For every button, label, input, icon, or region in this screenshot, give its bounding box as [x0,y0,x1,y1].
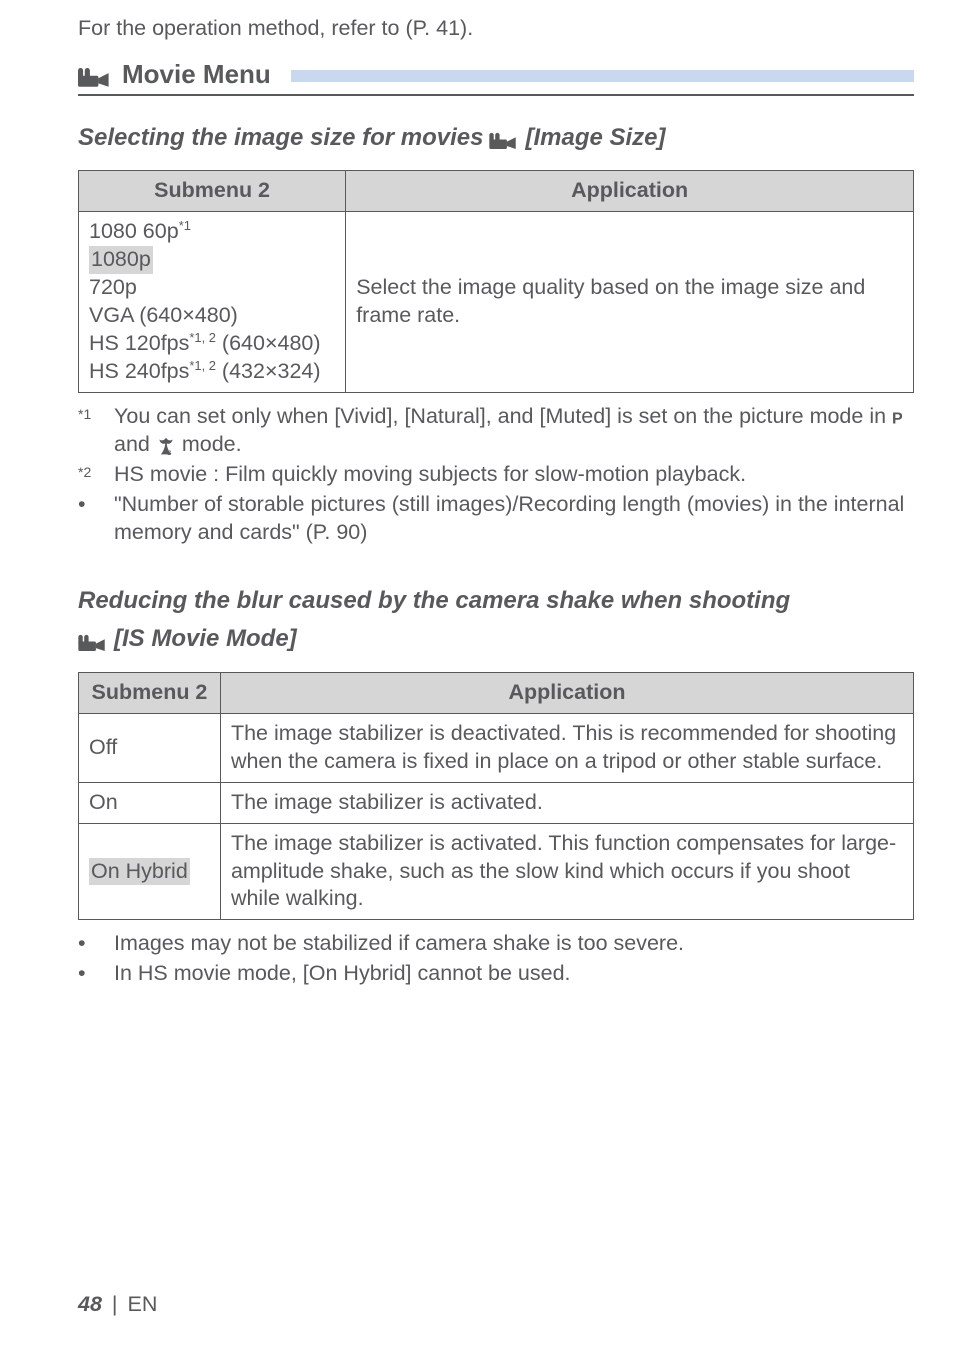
heading-text-before: Selecting the image size for movies [78,122,483,154]
image-size-heading: Selecting the image size for movies [Ima… [78,122,914,154]
footnote-row: • "Number of storable pictures (still im… [78,491,914,547]
footnote-text: In HS movie mode, [On Hybrid] cannot be … [114,960,914,988]
page-footer: 48 | EN [78,1292,157,1317]
application-cell: The image stabilizer is activated. This … [220,823,913,920]
footnote-marker: • [78,960,114,988]
footnote-row: •In HS movie mode, [On Hybrid] cannot be… [78,960,914,988]
submenu-cell: On Hybrid [79,823,221,920]
footnote-row: *2 HS movie : Film quickly moving subjec… [78,461,914,489]
is-movie-heading: Reducing the blur caused by the camera s… [78,585,914,656]
footnote-marker: • [78,930,114,958]
col-submenu: Submenu 2 [79,672,221,713]
header-accent-bar [291,70,914,82]
application-cell: Select the image quality based on the im… [346,212,914,393]
col-application: Application [220,672,913,713]
movie-camera-icon [489,127,519,149]
heading-text-after: [IS Movie Mode] [114,623,297,655]
footnote-text: HS movie : Film quickly moving subjects … [114,461,914,489]
submenu-cell: Off [79,713,221,782]
p-mode-icon [892,409,908,427]
intro-text: For the operation method, refer to (P. 4… [78,15,914,43]
table-header-row: Submenu 2 Application [79,171,914,212]
col-submenu: Submenu 2 [79,171,346,212]
footnote-text: You can set only when [Vivid], [Natural]… [114,403,914,459]
movie-camera-icon [78,629,108,651]
image-size-footnotes: *1 You can set only when [Vivid], [Natur… [78,403,914,549]
footnote-row: •Images may not be stabilized if camera … [78,930,914,958]
super-macro-icon [156,436,176,456]
page-separator: | [110,1292,120,1317]
footnote-marker: *1 [78,403,114,459]
page-number: 48 [78,1292,102,1317]
submenu-cell: 1080 60p*1 1080p 720p VGA (640×480) HS 1… [79,212,346,393]
is-movie-notes: •Images may not be stabilized if camera … [78,930,914,990]
movie-menu-header: Movie Menu [78,59,914,96]
submenu-cell: On [79,782,221,823]
application-cell: The image stabilizer is deactivated. Thi… [220,713,913,782]
page-language: EN [128,1292,158,1317]
footnote-text: "Number of storable pictures (still imag… [114,491,914,547]
table-row: OnThe image stabilizer is activated. [79,782,914,823]
footnote-row: *1 You can set only when [Vivid], [Natur… [78,403,914,459]
table-row: OffThe image stabilizer is deactivated. … [79,713,914,782]
movie-camera-icon [78,61,112,87]
footnote-marker: • [78,491,114,547]
is-movie-table: Submenu 2 Application OffThe image stabi… [78,672,914,921]
table-row: 1080 60p*1 1080p 720p VGA (640×480) HS 1… [79,212,914,393]
table-row: On HybridThe image stabilizer is activat… [79,823,914,920]
movie-menu-title: Movie Menu [122,59,271,90]
footnote-marker: *2 [78,461,114,489]
image-size-table: Submenu 2 Application 1080 60p*1 1080p 7… [78,170,914,393]
footnote-text: Images may not be stabilized if camera s… [114,930,914,958]
application-cell: The image stabilizer is activated. [220,782,913,823]
col-application: Application [346,171,914,212]
table-header-row: Submenu 2 Application [79,672,914,713]
heading-line1: Reducing the blur caused by the camera s… [78,585,914,617]
heading-text-after: [Image Size] [525,122,665,154]
